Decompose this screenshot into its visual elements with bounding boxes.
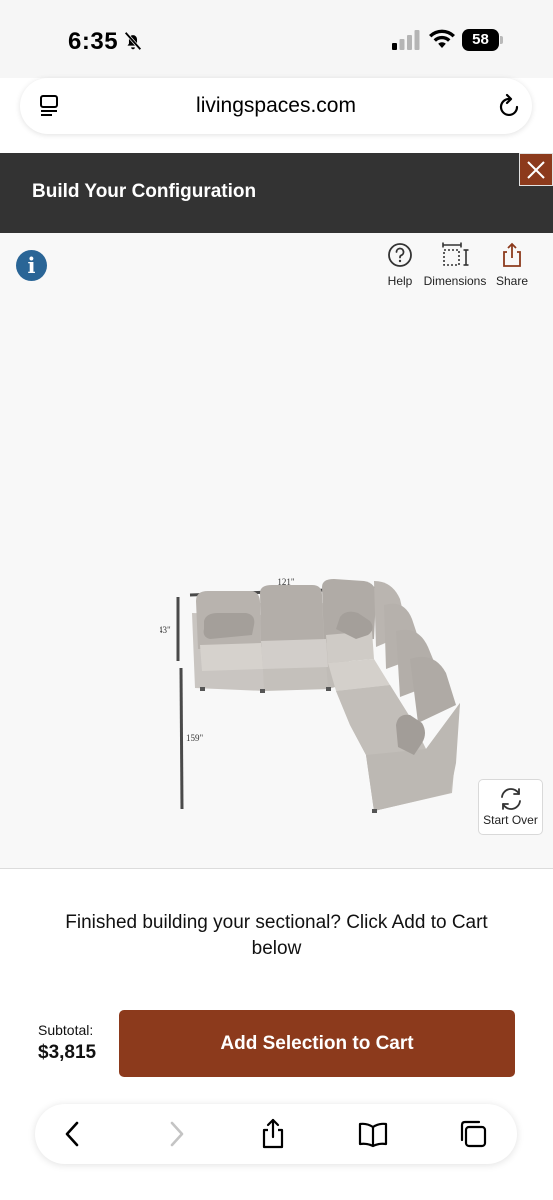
url-bar[interactable]: livingspaces.com <box>20 78 532 134</box>
subtotal-label: Subtotal: <box>38 1022 94 1038</box>
reload-icon[interactable] <box>498 93 522 119</box>
page-title: Build Your Configuration <box>32 181 257 202</box>
share-label: Share <box>495 274 529 288</box>
help-label: Help <box>387 274 413 288</box>
status-bar: 6:35 58 <box>0 0 553 78</box>
add-to-cart-button[interactable]: Add Selection to Cart <box>119 1010 515 1077</box>
depth-dimension-line <box>179 667 184 810</box>
wifi-icon <box>429 29 455 48</box>
close-icon <box>527 161 545 179</box>
start-over-label: Start Over <box>483 813 538 827</box>
forward-icon[interactable] <box>160 1118 192 1150</box>
battery-icon: 58 <box>462 29 504 51</box>
battery-level: 58 <box>462 29 499 51</box>
height-dimension-label: 43" <box>160 625 171 635</box>
share-icon[interactable] <box>257 1118 289 1150</box>
info-icon: i <box>27 253 36 278</box>
help-button[interactable]: Help <box>384 242 416 288</box>
sectional-sofa-image: 121" 43" 159" <box>160 577 460 813</box>
dimensions-button[interactable]: Dimensions <box>421 242 489 288</box>
share-button[interactable]: Share <box>494 242 530 288</box>
close-button[interactable] <box>519 153 553 186</box>
bell-slash-icon <box>124 31 142 51</box>
bookmarks-icon[interactable] <box>357 1118 389 1150</box>
configurator-viewer[interactable]: i Help Dimensions Share 121" 43" 159" St… <box>0 233 553 869</box>
signal-icon <box>392 30 420 50</box>
battery-tip <box>500 36 503 44</box>
tabs-icon[interactable] <box>457 1118 489 1150</box>
start-over-icon <box>500 788 521 810</box>
finish-message: Finished building your sectional? Click … <box>65 912 488 959</box>
status-time: 6:35 <box>68 28 119 55</box>
browser-toolbar <box>35 1104 517 1164</box>
dimensions-icon <box>442 242 469 266</box>
configurator-header: Build Your Configuration <box>0 153 553 233</box>
info-button[interactable]: i <box>16 250 47 281</box>
start-over-button[interactable]: Start Over <box>478 779 543 835</box>
share-icon <box>503 242 521 267</box>
subtotal-value: $3,815 <box>38 1042 97 1063</box>
back-icon[interactable] <box>57 1118 89 1150</box>
url-text[interactable]: livingspaces.com <box>20 94 532 118</box>
depth-dimension-label: 159" <box>186 733 204 743</box>
dimensions-label: Dimensions <box>423 274 487 288</box>
help-icon <box>388 243 412 267</box>
